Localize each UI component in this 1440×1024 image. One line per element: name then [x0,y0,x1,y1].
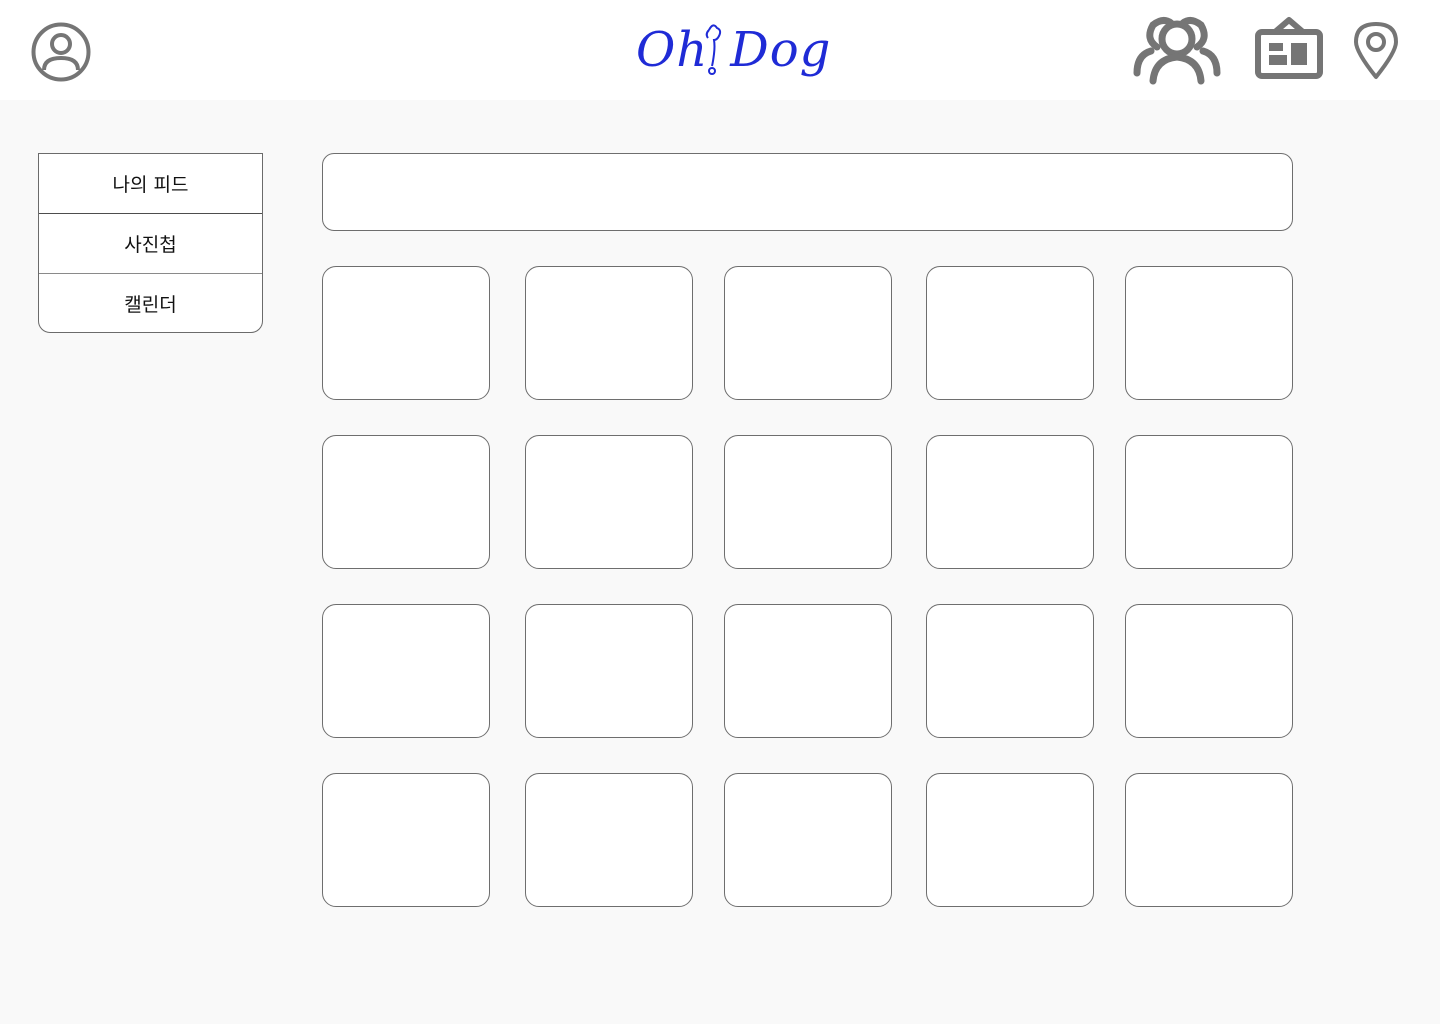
photo-tile[interactable] [724,604,892,738]
search-bar [322,153,1293,231]
sidebar-item-label: 캘린더 [124,293,177,316]
sidebar-item-label: 사진첩 [124,234,177,256]
location-pin-icon[interactable] [1352,20,1400,80]
photo-tile[interactable] [926,773,1094,907]
dog-logo-icon [701,22,725,82]
photo-tile[interactable] [322,604,490,738]
search-input[interactable] [323,154,1292,230]
photo-tile[interactable] [724,266,892,400]
photo-tile[interactable] [1125,773,1293,907]
sidebar-item-label: 나의 피드 [112,174,189,196]
photo-tile[interactable] [322,266,490,400]
photo-tile[interactable] [525,773,693,907]
photo-tile[interactable] [1125,266,1293,400]
photo-tile[interactable] [926,435,1094,569]
photo-tile[interactable] [525,435,693,569]
top-header: Oh Dog [0,0,1440,100]
photo-tile[interactable] [724,773,892,907]
photo-tile[interactable] [926,604,1094,738]
sidebar-menu: 나의 피드 사진첩 캘린더 [38,153,263,333]
photo-tile[interactable] [724,435,892,569]
photo-tile[interactable] [1125,435,1293,569]
friends-icon[interactable] [1131,15,1223,85]
app-logo[interactable]: Oh Dog [636,18,830,82]
sidebar-item-album[interactable]: 사진첩 [39,214,262,274]
profile-icon[interactable] [30,22,92,82]
logo-text: Oh Dog [636,22,832,78]
photo-tile[interactable] [322,435,490,569]
photo-tile[interactable] [322,773,490,907]
photo-tile[interactable] [1125,604,1293,738]
notice-board-icon[interactable] [1255,12,1323,80]
photo-tile[interactable] [525,266,693,400]
photo-tile[interactable] [525,604,693,738]
photo-tile[interactable] [926,266,1094,400]
sidebar-item-my-feed[interactable]: 나의 피드 [39,154,262,214]
sidebar-item-calendar[interactable]: 캘린더 [39,274,262,332]
